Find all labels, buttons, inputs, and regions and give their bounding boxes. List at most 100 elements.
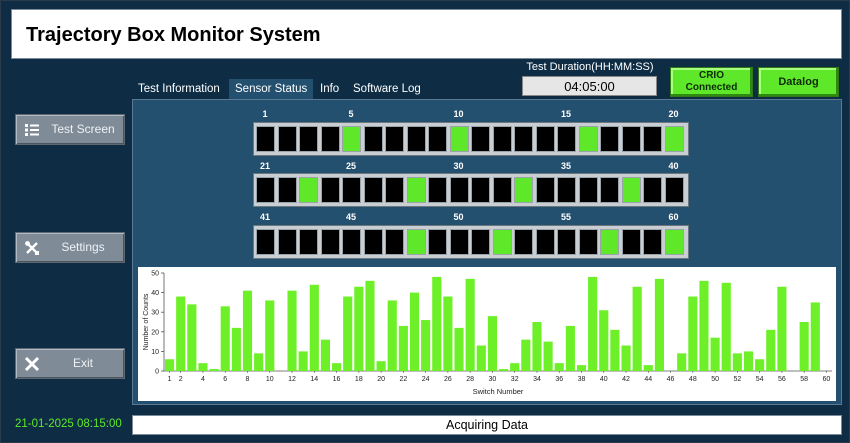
bar <box>309 284 319 371</box>
switch-number-label: 5 <box>348 109 354 119</box>
bar <box>187 304 197 371</box>
x-tick-label: 1 <box>168 376 172 383</box>
switch-indicator <box>492 126 512 152</box>
switch-indicator <box>664 126 684 152</box>
switch-indicator <box>256 126 275 152</box>
x-tick-label: 6 <box>223 376 227 383</box>
bar <box>298 351 308 371</box>
settings-label: Settings <box>61 240 105 254</box>
switch-indicator <box>600 229 619 255</box>
tab-software-log[interactable]: Software Log <box>347 79 427 99</box>
bar <box>721 282 731 371</box>
switch-indicator <box>256 229 275 255</box>
switch-indicator <box>363 229 383 255</box>
bar <box>699 280 709 371</box>
bar <box>521 339 531 371</box>
test-duration-label: Test Duration(HH:MM:SS) <box>526 61 654 73</box>
bar <box>398 325 408 371</box>
bar <box>343 296 353 371</box>
bar <box>421 320 431 371</box>
y-tick-label: 10 <box>151 349 159 356</box>
crio-label: CRIO <box>698 70 724 81</box>
switch-number-label: 41 <box>259 212 270 222</box>
y-tick-label: 40 <box>151 290 159 297</box>
switch-indicator <box>535 177 555 203</box>
switch-indicator <box>320 229 340 255</box>
x-tick-label: 36 <box>555 376 563 383</box>
switch-indicator <box>320 177 340 203</box>
switch-indicator <box>557 177 576 203</box>
switch-indicator <box>492 229 512 255</box>
test-screen-button[interactable]: Test Screen <box>15 114 125 145</box>
x-tick-label: 4 <box>201 376 205 383</box>
settings-button[interactable]: Settings <box>15 232 125 263</box>
x-tick-label: 58 <box>800 376 808 383</box>
y-tick-label: 0 <box>155 369 159 376</box>
bar <box>554 363 564 371</box>
bar <box>454 327 464 371</box>
y-tick-label: 30 <box>151 310 159 317</box>
x-tick-label: 12 <box>288 376 296 383</box>
y-tick-label: 50 <box>151 271 159 278</box>
bar <box>732 353 742 371</box>
bar <box>387 300 397 371</box>
switch-count-chart: 0 10 20 30 40 50 1 2 4 6 8 10 12 14 16 18 20 22 24 26 28 30 32… <box>138 267 836 401</box>
bar <box>487 316 497 371</box>
close-icon <box>24 356 40 372</box>
crio-status-button[interactable]: CRIO Connected <box>670 67 753 97</box>
switch-indicator <box>363 126 383 152</box>
x-tick-label: 60 <box>823 376 831 383</box>
bar <box>242 290 253 371</box>
bar <box>198 363 208 371</box>
bar <box>254 353 264 371</box>
x-tick-label: 32 <box>511 376 519 383</box>
bar <box>621 345 631 371</box>
tab-test-information[interactable]: Test Information <box>132 79 226 99</box>
x-tick-label: 30 <box>489 376 497 383</box>
datalog-label: Datalog <box>778 76 819 88</box>
x-tick-label: 18 <box>355 376 363 383</box>
bar <box>499 369 509 371</box>
x-tick-label: 42 <box>622 376 630 383</box>
switch-number-label: 35 <box>560 161 571 171</box>
x-tick-label: 54 <box>756 376 764 383</box>
switch-indicator <box>277 177 297 203</box>
switch-indicator <box>428 177 447 203</box>
bar-chart-svg: 010203040501 2 4 6 8 10 12 14 16 18 20 22 24 26 28 30 32… <box>143 271 832 396</box>
bar <box>588 276 598 371</box>
x-tick-label: 46 <box>667 376 675 383</box>
bar <box>332 363 342 371</box>
bar <box>576 365 587 371</box>
switch-indicator <box>277 229 297 255</box>
x-axis-label: Switch Number <box>473 387 524 396</box>
bar <box>654 278 664 371</box>
x-tick-label: 16 <box>333 376 341 383</box>
switch-indicator <box>406 177 426 203</box>
bar <box>688 296 698 371</box>
switch-indicator <box>342 126 361 152</box>
bar <box>287 290 297 371</box>
bar <box>231 327 241 371</box>
title-bar: Trajectory Box Monitor System <box>11 9 842 59</box>
datalog-button[interactable]: Datalog <box>758 67 839 97</box>
switch-indicator <box>600 177 619 203</box>
bar <box>176 296 186 371</box>
x-tick-label: 50 <box>711 376 719 383</box>
x-tick-label: 8 <box>246 376 250 383</box>
tab-sensor-status[interactable]: Sensor Status <box>229 79 314 99</box>
switch-indicator <box>578 177 598 203</box>
switch-row <box>253 122 689 156</box>
list-icon <box>25 124 39 136</box>
crio-connected-label: Connected <box>685 82 738 93</box>
x-tick-label: 10 <box>266 376 274 383</box>
switch-indicator <box>578 229 598 255</box>
switch-indicator <box>385 229 404 255</box>
switch-indicator <box>299 229 318 255</box>
tab-info[interactable]: Info <box>314 79 346 99</box>
bar <box>565 325 575 371</box>
switch-indicator <box>643 126 662 152</box>
switch-indicator <box>449 229 469 255</box>
exit-button[interactable]: Exit <box>15 348 125 379</box>
switch-number-label: 45 <box>345 212 356 222</box>
bar <box>432 276 442 371</box>
